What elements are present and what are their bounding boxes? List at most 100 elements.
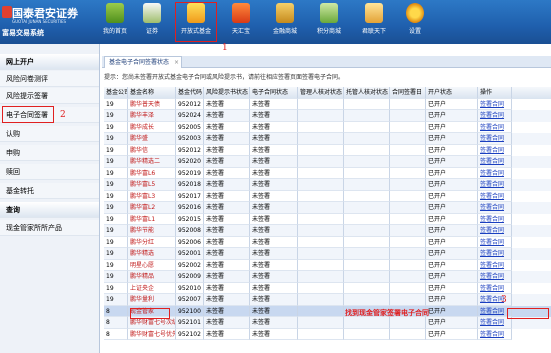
finance-mall-icon [276,3,294,23]
toolbar-junlian-button[interactable]: 君联天下 [355,3,393,41]
table-row[interactable]: 19 鹏华富L1 952015 未签署 未签署 已开户 签署合同 [104,213,551,225]
table-cell: 952003 [176,133,204,145]
table-cell [344,282,390,294]
table-row[interactable]: 19 鹏华富L5 952018 未签署 未签署 已开户 签署合同 [104,179,551,191]
column-header[interactable]: 托管人核对状态 [344,87,390,99]
table-cell [298,190,344,202]
table-row[interactable]: 8 鹏华财富七号次级 952101 未签署 未签署 已开户 签署合同 [104,317,551,329]
table-row[interactable]: 19 鹏华精选二 952020 未签署 未签署 已开户 签署合同 [104,156,551,168]
toolbar-points-mall-button[interactable]: 积分商城 [310,3,348,41]
sidebar-item-transfer[interactable]: 基金转托 [0,183,99,199]
sign-contract-link[interactable]: 签署合同 [478,167,512,179]
sidebar-item-cash-manager[interactable]: 现金管家所所产品 [0,220,99,236]
sidebar-group-query[interactable]: 查询 [0,202,99,218]
table-row[interactable]: 19 鹏华富L6 952019 未签署 未签署 已开户 签署合同 [104,167,551,179]
fund-name-cell: 鹏华分红 [128,236,176,248]
table-cell: 19 [104,110,128,122]
close-icon[interactable]: × [174,57,179,69]
sign-contract-link[interactable]: 签署合同 [478,271,512,283]
table-cell [390,213,426,225]
sign-contract-link[interactable]: 签署合同 [478,282,512,294]
table-cell: 19 [104,144,128,156]
toolbar-settings-button[interactable]: 设置 [396,3,434,41]
toolbar-securities-button[interactable]: 证券 [133,3,171,41]
table-cell [344,110,390,122]
sign-contract-link[interactable]: 签署合同 [478,328,512,340]
table-row[interactable]: 19 鹏华普天债 952012 未签署 未签署 已开户 签署合同 [104,98,551,110]
sign-contract-link[interactable]: 签署合同 [478,110,512,122]
column-header[interactable]: 基金名称 [128,87,176,99]
table-cell [298,305,344,317]
table-row[interactable]: 19 鹏华精选 952001 未签署 未签署 已开户 签署合同 [104,248,551,260]
table-cell [344,190,390,202]
table-row[interactable]: 19 明星心愿 952002 未签署 未签署 已开户 签署合同 [104,259,551,271]
column-header[interactable]: 基金代码 [176,87,204,99]
table-cell [298,236,344,248]
column-header[interactable]: 风险提示书状态 [204,87,250,99]
sign-contract-link[interactable]: 签署合同 [478,179,512,191]
sidebar-item-redeem[interactable]: 赎回 [0,164,99,180]
table-row[interactable]: 19 鹏华精品 952009 未签署 未签署 已开户 签署合同 [104,271,551,283]
table-row[interactable]: 19 鹏华节能 952008 未签署 未签署 已开户 签署合同 [104,225,551,237]
toolbar-label: 金融商城 [272,28,297,35]
sidebar-item-purchase[interactable]: 申购 [0,145,99,161]
table-row[interactable]: 19 鹏华富L3 952017 未签署 未签署 已开户 签署合同 [104,190,551,202]
sidebar-group-open-account[interactable]: 网上开户 [0,54,99,70]
table-cell: 19 [104,133,128,145]
table-cell [344,144,390,156]
table-cell: 8 [104,305,128,317]
sign-contract-link[interactable]: 签署合同 [478,225,512,237]
toolbar-tianhuibao-button[interactable]: 天汇宝 [222,3,260,41]
column-header[interactable]: 合同签署日 [390,87,426,99]
sidebar-item-risk-disclosure[interactable]: 风险提示签署 [0,88,99,104]
table-cell: 未签署 [204,110,250,122]
table-cell: 已开户 [426,167,478,179]
column-header[interactable]: 电子合同状态 [250,87,298,99]
sidebar-item-risk-survey[interactable]: 风险问卷测评 [0,71,99,87]
sign-contract-link[interactable]: 签署合同 [478,259,512,271]
main-tab-bar: 基金电子合同签署状态 × [102,56,551,68]
table-row[interactable]: 19 鹏华量利 952007 未签署 未签署 已开户 签署合同 [104,294,551,306]
column-header[interactable]: 操作 [478,87,512,99]
table-cell: 未签署 [204,179,250,191]
table-row[interactable]: 19 上证央企 952010 未签署 未签署 已开户 签署合同 [104,282,551,294]
sidebar-item-subscribe[interactable]: 认购 [0,126,99,142]
chart-icon [143,3,161,23]
brand-mark-icon [2,6,12,18]
highlight-box-2 [2,106,54,123]
table-row[interactable]: 19 鹏华盛 952003 未签署 未签署 已开户 签署合同 [104,133,551,145]
toolbar-home-button[interactable]: 我的首页 [96,3,134,41]
sign-contract-link[interactable]: 签署合同 [478,121,512,133]
notice-text: 提示：您尚未签署开放式基金电子合同或风险提示书，请前往相应签署页面签署电子合同。 [104,74,345,81]
table-row[interactable]: 19 鹏华富L2 952016 未签署 未签署 已开户 签署合同 [104,202,551,214]
sign-contract-link[interactable]: 签署合同 [478,236,512,248]
table-row[interactable]: 19 鹏华分红 952006 未签署 未签署 已开户 签署合同 [104,236,551,248]
table-cell: 19 [104,156,128,168]
table-row[interactable]: 19 鹏华丰泽 952024 未签署 未签署 已开户 签署合同 [104,110,551,122]
sign-contract-link[interactable]: 签署合同 [478,144,512,156]
sign-contract-link[interactable]: 签署合同 [478,98,512,110]
table-row[interactable]: 8 鹏华财富七号优先 952102 未签署 未签署 已开户 签署合同 [104,328,551,340]
table-cell [344,294,390,306]
fund-name-cell: 鹏华富L5 [128,179,176,191]
sign-contract-link[interactable]: 签署合同 [478,190,512,202]
column-header[interactable]: 开户状态 [426,87,478,99]
sign-contract-link[interactable]: 签署合同 [478,213,512,225]
highlight-box-3 [507,308,549,319]
table-cell [344,236,390,248]
sign-contract-link[interactable]: 签署合同 [478,133,512,145]
fund-name-cell: 鹏华精选 [128,248,176,260]
column-header[interactable]: 管理人核对状态 [298,87,344,99]
table-cell: 未签署 [250,190,298,202]
sign-contract-link[interactable]: 签署合同 [478,248,512,260]
table-row[interactable]: 19 鹏华信 952012 未签署 未签署 已开户 签署合同 [104,144,551,156]
tab-e-contract-status[interactable]: 基金电子合同签署状态 × [104,56,183,69]
sign-contract-link[interactable]: 签署合同 [478,202,512,214]
table-cell [390,190,426,202]
toolbar-finance-mall-button[interactable]: 金融商城 [266,3,304,41]
sign-contract-link[interactable]: 签署合同 [478,156,512,168]
column-header[interactable]: 基金公司 [104,87,128,99]
table-row[interactable]: 8 现金管家 952100 未签署 未签署 已开户 签署合同 [104,305,551,317]
fund-name-cell: 鹏华富L2 [128,202,176,214]
table-row[interactable]: 19 鹏华成长 952005 未签署 未签署 已开户 签署合同 [104,121,551,133]
